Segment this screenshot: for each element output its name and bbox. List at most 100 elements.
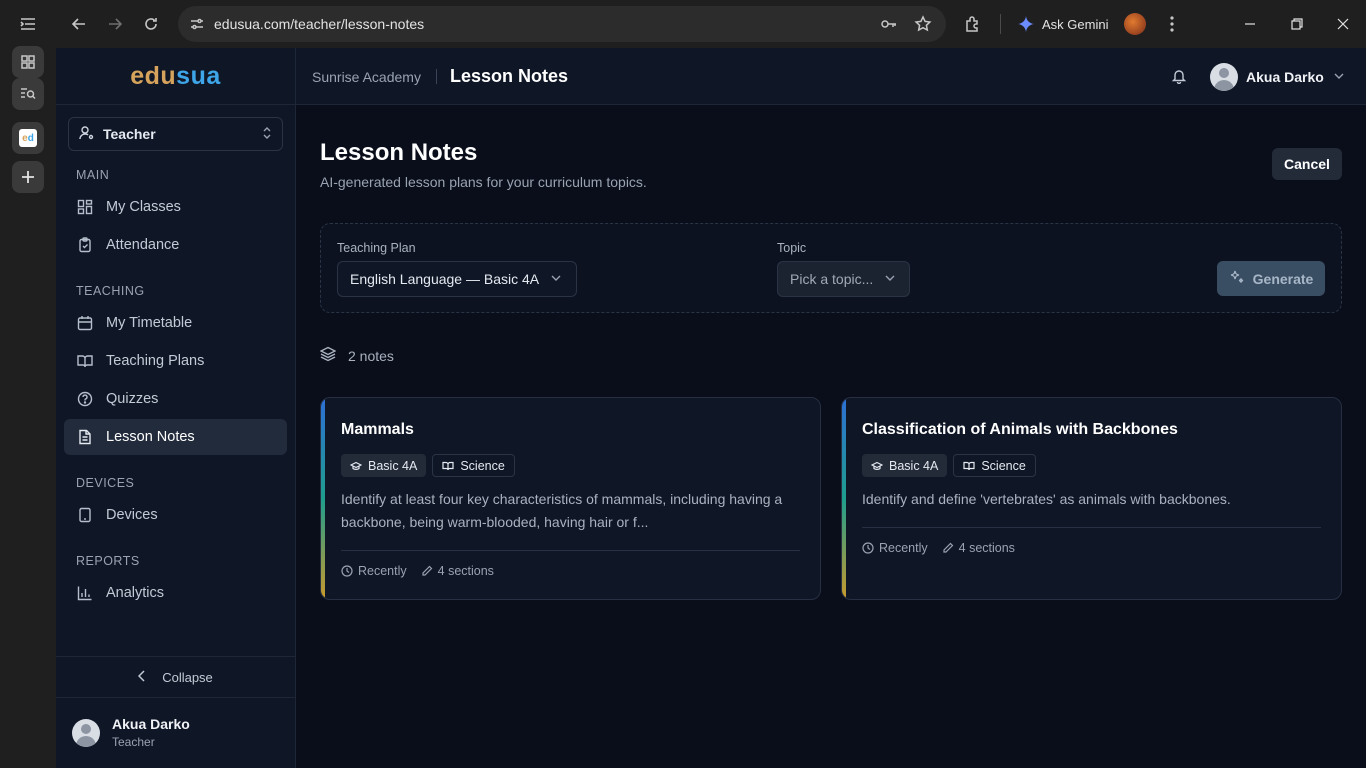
clock-icon xyxy=(862,542,874,554)
toolbar-divider xyxy=(1000,14,1001,34)
grid-icon xyxy=(76,198,94,216)
section-label-main: MAIN xyxy=(76,168,110,182)
teaching-plan-select[interactable]: English Language — Basic 4A xyxy=(337,261,577,297)
tablet-icon xyxy=(76,506,94,524)
header-user-menu[interactable]: Akua Darko xyxy=(1210,63,1344,91)
class-tag-label: Basic 4A xyxy=(889,458,939,473)
page-subtitle: AI-generated lesson plans for your curri… xyxy=(320,174,647,190)
sidebar-item-label: My Classes xyxy=(106,199,181,215)
browser-vertical-tabs: ed xyxy=(0,0,56,768)
topic-select[interactable]: Pick a topic... xyxy=(777,261,910,297)
sidebar-item-my-timetable[interactable]: My Timetable xyxy=(64,305,287,341)
notes-count-text: 2 notes xyxy=(348,347,394,364)
brand-logo[interactable]: edu sua xyxy=(56,48,295,105)
chevron-down-icon xyxy=(1334,71,1344,83)
cancel-button[interactable]: Cancel xyxy=(1272,148,1342,180)
subject-tag-label: Science xyxy=(460,458,505,473)
card-accent-bar xyxy=(842,398,846,599)
topic-placeholder: Pick a topic... xyxy=(790,271,874,287)
app-sidebar: edu sua Teacher MAIN My Classes Attendanc… xyxy=(56,48,296,768)
note-meta: Recently 4 sections xyxy=(862,541,1015,555)
url-text[interactable]: edusua.com/teacher/lesson-notes xyxy=(214,16,424,32)
layers-icon xyxy=(319,346,337,365)
class-tag-label: Basic 4A xyxy=(368,458,418,473)
note-title: Classification of Animals with Backbones xyxy=(862,421,1178,438)
breadcrumb-school[interactable]: Sunrise Academy xyxy=(312,69,421,85)
note-description: Identify and define 'vertebrates' as ani… xyxy=(862,491,1231,507)
ask-gemini-button[interactable]: Ask Gemini xyxy=(1018,12,1108,36)
header-user-name: Akua Darko xyxy=(1246,69,1324,85)
sidebar-item-lesson-notes[interactable]: Lesson Notes xyxy=(64,419,287,455)
bookmark-star-icon[interactable] xyxy=(914,15,932,33)
bar-chart-icon xyxy=(76,584,94,602)
sidebar-item-quizzes[interactable]: Quizzes xyxy=(64,381,287,417)
clipboard-check-icon xyxy=(76,236,94,254)
gemini-icon xyxy=(1018,16,1034,32)
class-tag: Basic 4A xyxy=(862,454,948,477)
site-settings-icon[interactable] xyxy=(188,15,206,33)
teaching-plan-value: English Language — Basic 4A xyxy=(350,271,540,287)
reload-icon[interactable] xyxy=(139,12,163,36)
address-bar[interactable]: edusua.com/teacher/lesson-notes xyxy=(178,6,946,42)
file-text-icon xyxy=(76,428,94,446)
chevrons-up-down-icon xyxy=(262,126,272,143)
role-select-value: Teacher xyxy=(103,126,156,142)
back-icon[interactable] xyxy=(67,12,91,36)
password-key-icon[interactable] xyxy=(880,15,898,33)
avatar xyxy=(72,718,100,747)
brand-logo-part1: edu xyxy=(130,61,177,90)
topic-label: Topic xyxy=(777,241,807,255)
subject-tag: Science xyxy=(432,454,515,477)
breadcrumb-divider xyxy=(436,69,437,84)
sidebar-item-teaching-plans[interactable]: Teaching Plans xyxy=(64,343,287,379)
new-tab-icon[interactable] xyxy=(12,161,44,193)
sidebar-item-label: My Timetable xyxy=(106,315,193,331)
edusua-tab-favicon[interactable]: ed xyxy=(12,122,44,154)
graduation-cap-icon xyxy=(350,461,362,470)
graduation-cap-icon xyxy=(871,461,883,470)
note-time: Recently xyxy=(341,564,407,578)
close-icon[interactable] xyxy=(1331,12,1355,36)
note-time-text: Recently xyxy=(879,541,928,555)
sidebar-item-my-classes[interactable]: My Classes xyxy=(64,189,287,225)
minimize-icon[interactable] xyxy=(1238,12,1262,36)
card-accent-bar xyxy=(321,398,325,599)
sidebar-user-name: Akua Darko xyxy=(112,716,190,732)
sidebar-item-label: Attendance xyxy=(106,237,180,253)
extensions-icon[interactable] xyxy=(961,12,985,36)
card-divider xyxy=(341,550,800,551)
collapse-button[interactable]: Collapse xyxy=(56,656,295,698)
breadcrumb-page: Lesson Notes xyxy=(450,66,569,86)
bell-icon[interactable] xyxy=(1170,67,1188,85)
chevron-down-icon xyxy=(551,273,561,285)
pencil-icon xyxy=(943,542,953,553)
forward-icon[interactable] xyxy=(103,12,127,36)
notes-count: 2 notes xyxy=(319,346,394,365)
generate-button[interactable]: Generate xyxy=(1217,261,1325,296)
sidebar-item-devices[interactable]: Devices xyxy=(64,497,287,533)
user-cog-icon xyxy=(79,125,95,144)
chevron-down-icon xyxy=(885,273,895,285)
subject-tag: Science xyxy=(953,454,1036,477)
calendar-icon xyxy=(76,314,94,332)
lesson-note-card[interactable]: Classification of Animals with Backbones… xyxy=(841,397,1342,600)
tab-list-icon[interactable] xyxy=(12,8,44,40)
note-time: Recently xyxy=(862,541,928,555)
menu-icon[interactable] xyxy=(1160,12,1184,36)
generate-panel: Teaching Plan English Language — Basic 4… xyxy=(320,223,1342,313)
subject-tag-label: Science xyxy=(981,458,1026,473)
sidebar-item-attendance[interactable]: Attendance xyxy=(64,227,287,263)
note-description: Identify at least four key characteristi… xyxy=(341,491,783,530)
restore-icon[interactable] xyxy=(1285,12,1309,36)
sidebar-item-analytics[interactable]: Analytics xyxy=(64,575,287,611)
tab-group-icon[interactable] xyxy=(12,46,44,78)
section-label-reports: REPORTS xyxy=(76,554,140,568)
lesson-note-card[interactable]: Mammals Basic 4A Science Identify at lea… xyxy=(320,397,821,600)
sidebar-user-role: Teacher xyxy=(112,735,155,749)
note-meta: Recently 4 sections xyxy=(341,564,494,578)
role-select[interactable]: Teacher xyxy=(68,117,283,151)
sidebar-user[interactable]: Akua Darko Teacher xyxy=(72,716,190,749)
browser-toolbar: edusua.com/teacher/lesson-notes Ask Gemi… xyxy=(56,0,1366,48)
tab-search-icon[interactable] xyxy=(12,78,44,110)
profile-icon[interactable] xyxy=(1123,12,1147,36)
